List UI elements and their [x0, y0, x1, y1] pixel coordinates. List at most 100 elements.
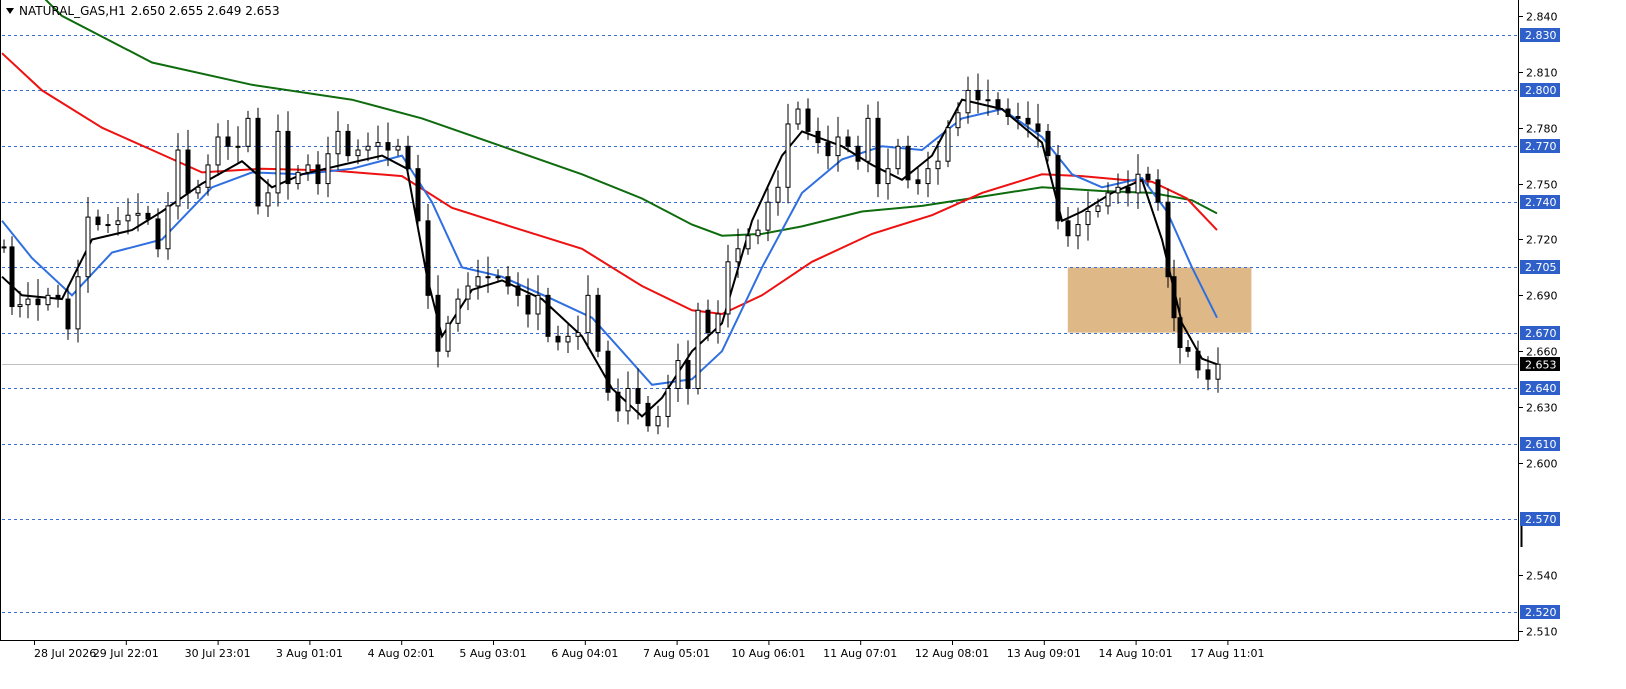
x-tick-label: 12 Aug 08:01 [915, 647, 989, 660]
moving-average-line [1, 52, 1218, 316]
symbol-title[interactable]: NATURAL_GAS,H1 2.650 2.655 2.649 2.653 [6, 4, 280, 18]
candle-body [735, 248, 741, 263]
candle-body [635, 387, 641, 404]
candle [1055, 145, 1061, 230]
candle-body [745, 235, 751, 250]
level-label-text: 2.640 [1525, 382, 1557, 395]
candle-body [105, 224, 111, 227]
level-label-text: 2.705 [1525, 261, 1557, 274]
candle [255, 107, 261, 215]
candle-body [885, 168, 891, 185]
chart-window[interactable]: 2.510 2.540 2.600 2.630 2.660 2.690 2.720 2.750… [0, 0, 1626, 689]
candle [115, 207, 121, 236]
y-tick-label: 2.810 [1526, 67, 1558, 80]
candle-body [155, 218, 161, 250]
level-label: 2.800 [1520, 83, 1560, 97]
candle-body [405, 145, 411, 170]
candle-body [165, 205, 171, 250]
candle-body [95, 216, 101, 226]
x-tick-label: 17 Aug 11:01 [1190, 647, 1264, 660]
candle [1215, 347, 1221, 393]
level-label-text: 2.570 [1525, 513, 1557, 526]
dropdown-triangle-icon[interactable] [6, 8, 14, 14]
x-tick-label: 7 Aug 05:01 [643, 647, 710, 660]
candle-body [455, 298, 461, 324]
y-tick-label: 2.750 [1526, 179, 1558, 192]
candle-body [665, 387, 671, 417]
candle-body [995, 99, 1001, 110]
candle [1065, 207, 1071, 247]
candle [1015, 102, 1021, 130]
candle-body [415, 168, 421, 222]
candle-body [445, 322, 451, 352]
candle [1135, 154, 1141, 209]
current-price-text: 2.653 [1525, 359, 1557, 372]
candle-body [845, 136, 851, 147]
axes [0, 0, 1523, 645]
candle-body [245, 117, 251, 147]
candle [105, 213, 111, 234]
candle [55, 284, 61, 308]
candle [9, 236, 15, 316]
candle [475, 259, 481, 300]
candle [45, 287, 51, 311]
candles [1, 73, 1221, 435]
candle [425, 203, 431, 309]
candle-body [475, 276, 481, 287]
level-label-text: 2.670 [1525, 327, 1557, 340]
candle [315, 151, 321, 195]
candle-body [805, 108, 811, 132]
candle-body [35, 298, 41, 306]
candle-body [1065, 220, 1071, 237]
axis-labels: 2.510 2.540 2.600 2.630 2.660 2.690 2.720 2.750… [34, 11, 1560, 660]
candle-body [935, 160, 941, 170]
x-tick-label: 4 Aug 02:01 [368, 647, 435, 660]
candle [365, 132, 371, 162]
candle [1185, 340, 1191, 358]
level-label: 2.610 [1520, 437, 1560, 451]
candle [555, 325, 561, 351]
level-label: 2.770 [1520, 139, 1560, 153]
candle [975, 73, 981, 114]
candle [285, 111, 291, 200]
candle [785, 103, 791, 204]
candle [245, 110, 251, 153]
candle [215, 123, 221, 176]
candle-body [1205, 369, 1211, 380]
candle [875, 101, 881, 198]
candle [605, 340, 611, 401]
candle [275, 114, 281, 207]
candle [695, 302, 701, 395]
candle-body [135, 212, 141, 216]
candle [545, 287, 551, 343]
symbol-name: NATURAL_GAS,H1 [19, 4, 126, 18]
candle [445, 315, 451, 358]
y-tick-label: 2.690 [1526, 290, 1558, 303]
candle-body [595, 294, 601, 352]
y-tick-label: 2.780 [1526, 123, 1558, 136]
candle-body [125, 214, 131, 222]
candle-body [115, 220, 121, 226]
candle [995, 92, 1001, 116]
candle-body [395, 145, 401, 151]
candle-body [555, 335, 561, 343]
candle-body [695, 309, 701, 389]
candle-body [625, 387, 631, 412]
moving-average-line [1, 108, 1218, 386]
candle-body [1015, 116, 1021, 119]
candle-body [385, 142, 391, 151]
candle [915, 166, 921, 195]
level-label-text: 2.610 [1525, 438, 1557, 451]
candle-body [705, 309, 711, 334]
candle-body [675, 360, 681, 389]
candle-body [9, 246, 15, 308]
candle-body [275, 130, 281, 194]
candle [685, 340, 691, 405]
price-chart[interactable]: 2.510 2.540 2.600 2.630 2.660 2.690 2.720 2.750… [0, 0, 1626, 689]
candle-body [1155, 179, 1161, 203]
y-tick-label: 2.600 [1526, 458, 1558, 471]
candle-body [875, 117, 881, 185]
candle [1155, 169, 1161, 211]
candle [825, 125, 831, 170]
candle-body [765, 201, 771, 231]
